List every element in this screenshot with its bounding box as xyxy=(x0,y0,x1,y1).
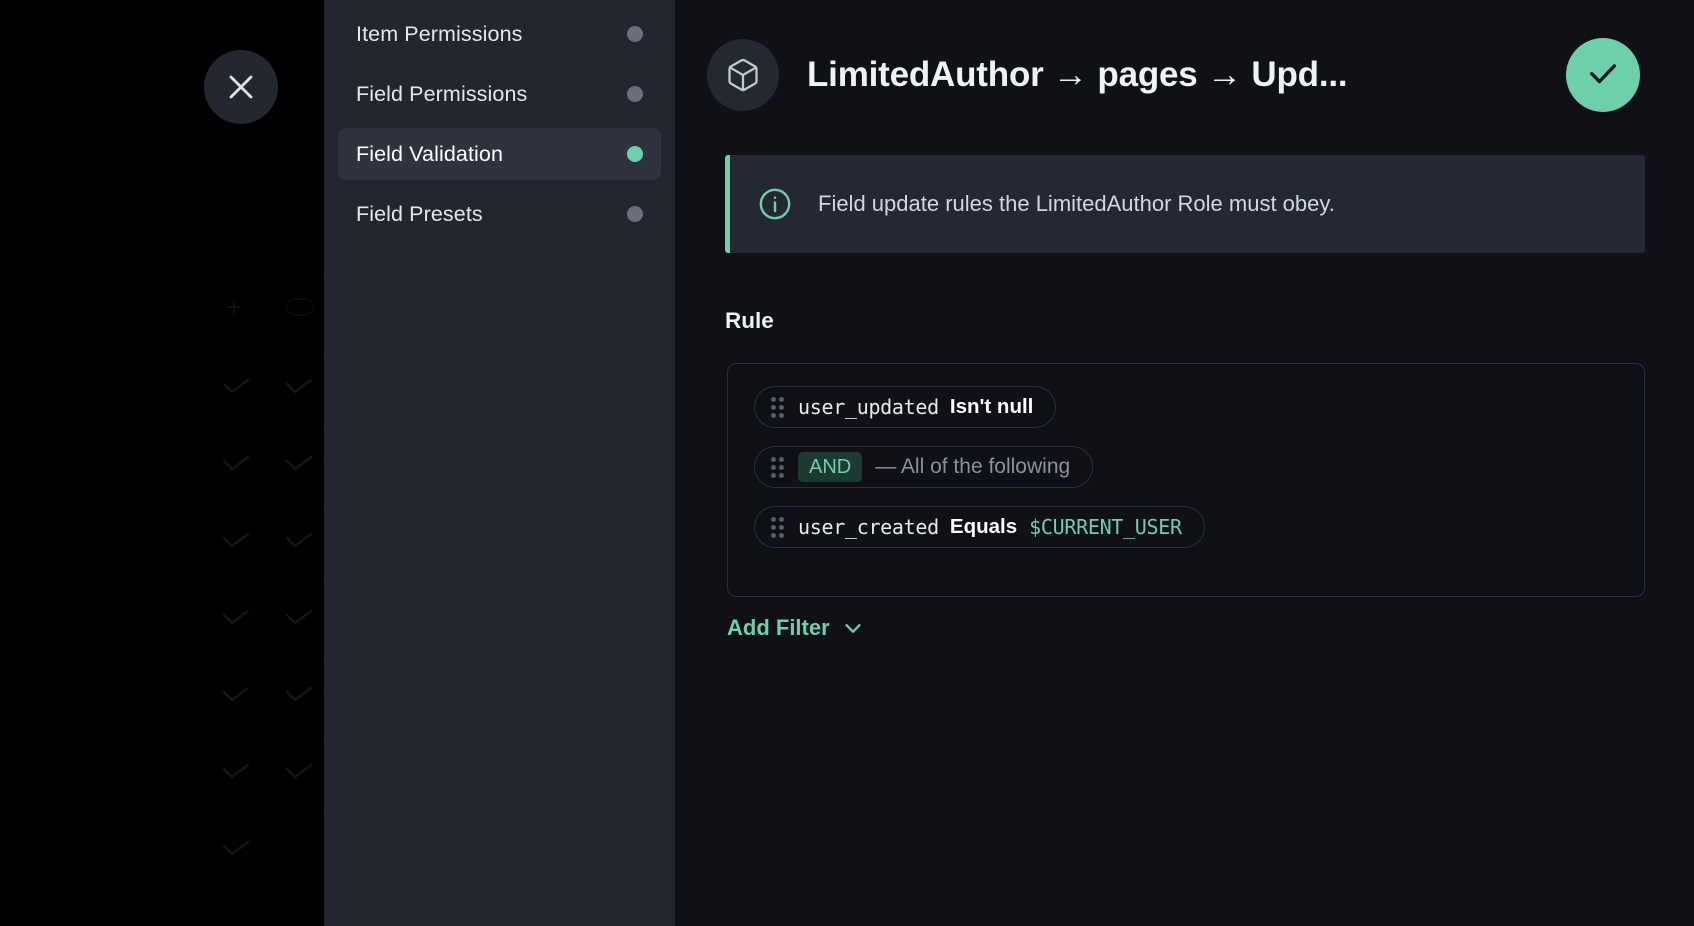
eye-icon xyxy=(285,298,315,316)
filter-chip-user-created[interactable]: user_created Equals $CURRENT_USER xyxy=(754,506,1205,548)
filter-row: user_updated Isn't null xyxy=(754,386,1644,446)
table-row xyxy=(0,429,330,506)
info-icon xyxy=(758,187,792,221)
check-icon xyxy=(222,533,250,548)
cube-icon xyxy=(707,39,779,111)
check-icon xyxy=(222,841,250,856)
check-icon xyxy=(222,610,250,625)
filter-value: $CURRENT_USER xyxy=(1029,515,1182,539)
drawer-main-panel: LimitedAuthor → pages → Upd... Field upd… xyxy=(675,0,1694,926)
add-filter-button[interactable]: Add Filter xyxy=(727,615,864,641)
check-icon xyxy=(222,764,250,779)
check-icon xyxy=(285,610,313,625)
close-icon xyxy=(226,72,256,102)
drag-handle-icon[interactable] xyxy=(771,396,784,418)
check-icon xyxy=(1586,56,1620,95)
status-dot-icon xyxy=(627,146,643,162)
sidebar-item-label: Field Validation xyxy=(356,141,504,166)
table-row xyxy=(0,506,330,583)
drag-handle-icon[interactable] xyxy=(771,516,784,538)
check-icon xyxy=(285,764,313,779)
check-icon xyxy=(285,456,313,471)
filter-operator: Equals xyxy=(949,515,1018,538)
sidebar-item-item-permissions[interactable]: Item Permissions xyxy=(338,8,661,60)
drawer-sidebar: Item Permissions Field Permissions Field… xyxy=(324,0,675,926)
info-banner-text: Field update rules the LimitedAuthor Rol… xyxy=(818,191,1335,216)
drag-handle-icon[interactable] xyxy=(771,456,784,478)
table-row: + xyxy=(0,275,330,352)
filter-chip-and-group[interactable]: AND — All of the following xyxy=(754,446,1094,488)
sidebar-item-field-validation[interactable]: Field Validation xyxy=(338,128,661,180)
logic-operator-badge: AND xyxy=(798,452,863,482)
table-row xyxy=(0,814,330,891)
filter-operator: Isn't null xyxy=(949,395,1034,418)
filter-row: AND — All of the following xyxy=(754,446,1644,506)
filter-field: user_created xyxy=(798,515,939,539)
status-dot-icon xyxy=(627,206,643,222)
chevron-down-icon xyxy=(842,617,864,639)
check-icon xyxy=(285,379,313,394)
rule-filter-container: user_updated Isn't null AND — All of the… xyxy=(727,363,1645,597)
background-permissions-table: + xyxy=(0,275,330,891)
close-button[interactable] xyxy=(204,50,278,124)
add-filter-label: Add Filter xyxy=(727,615,830,640)
save-button[interactable] xyxy=(1566,38,1640,112)
sidebar-item-field-presets[interactable]: Field Presets xyxy=(338,188,661,240)
table-row xyxy=(0,737,330,814)
sidebar-item-field-permissions[interactable]: Field Permissions xyxy=(338,68,661,120)
check-icon xyxy=(285,533,313,548)
filter-field: user_updated xyxy=(798,395,939,419)
rule-section-label: Rule xyxy=(725,308,774,333)
filter-row: user_created Equals $CURRENT_USER xyxy=(754,506,1644,566)
check-icon xyxy=(222,379,250,394)
sidebar-item-label: Field Permissions xyxy=(356,81,528,106)
drawer-header: LimitedAuthor → pages → Upd... xyxy=(675,0,1694,150)
sidebar-item-label: Item Permissions xyxy=(356,21,523,46)
filter-chip-user-updated[interactable]: user_updated Isn't null xyxy=(754,386,1057,428)
plus-icon: + xyxy=(225,291,243,324)
sidebar-item-label: Field Presets xyxy=(356,201,483,226)
table-row xyxy=(0,583,330,660)
status-dot-icon xyxy=(627,26,643,42)
table-row xyxy=(0,352,330,429)
info-banner: Field update rules the LimitedAuthor Rol… xyxy=(725,155,1645,253)
logic-operator-description: — All of the following xyxy=(875,455,1071,478)
check-icon xyxy=(285,687,313,702)
table-row xyxy=(0,660,330,737)
check-icon xyxy=(222,687,250,702)
status-dot-icon xyxy=(627,86,643,102)
check-icon xyxy=(222,456,250,471)
page-title: LimitedAuthor → pages → Upd... xyxy=(807,55,1348,94)
